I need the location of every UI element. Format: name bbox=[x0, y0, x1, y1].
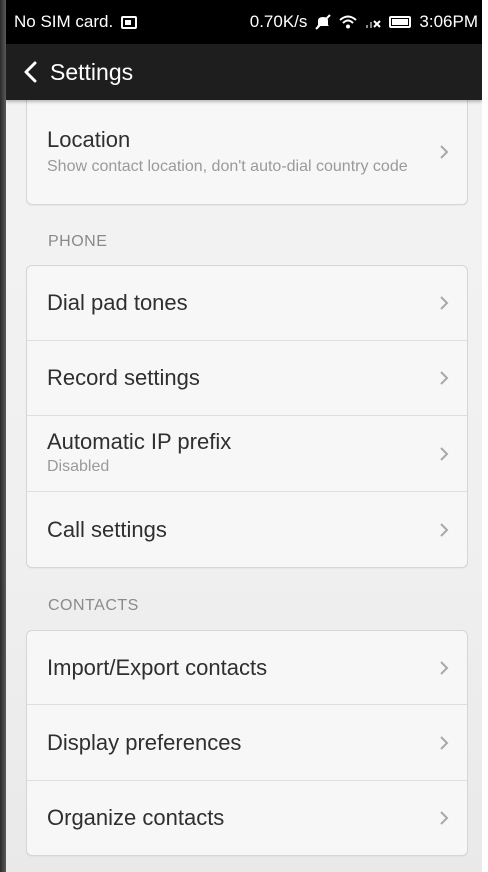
list-item-import-export-contacts[interactable]: Import/Export contacts bbox=[27, 631, 467, 705]
list-item-display-preferences[interactable]: Display preferences bbox=[27, 705, 467, 781]
row-text: Location Show contact location, don't au… bbox=[47, 127, 408, 178]
row-text: Record settings bbox=[47, 365, 200, 391]
list-item-call-settings[interactable]: Call settings bbox=[27, 492, 467, 567]
list-item-automatic-ip-prefix[interactable]: Automatic IP prefix Disabled bbox=[27, 416, 467, 492]
row-title: Automatic IP prefix bbox=[47, 429, 232, 454]
row-text: Automatic IP prefix Disabled bbox=[47, 429, 231, 478]
page-title: Settings bbox=[50, 58, 134, 85]
row-title: Organize contacts bbox=[47, 805, 225, 830]
row-text: Organize contacts bbox=[47, 805, 224, 831]
chevron-right-icon bbox=[440, 145, 449, 159]
settings-list: Location Show contact location, don't au… bbox=[6, 100, 482, 856]
chevron-right-icon bbox=[440, 735, 449, 750]
carrier-text: No SIM card. bbox=[14, 12, 114, 31]
wifi-icon bbox=[339, 15, 358, 29]
chevron-right-icon bbox=[440, 522, 449, 537]
row-title: Record settings bbox=[47, 365, 200, 390]
sim-card-icon bbox=[121, 15, 138, 29]
section-header-contacts: CONTACTS bbox=[48, 597, 139, 614]
section-header-phone: PHONE bbox=[48, 233, 108, 250]
device-edge-right bbox=[482, 0, 488, 872]
phone-card: Dial pad tones Record settings Automatic… bbox=[26, 265, 468, 568]
status-left: No SIM card. bbox=[14, 12, 138, 32]
back-arrow-icon bbox=[24, 61, 37, 83]
device-edge-left bbox=[0, 0, 6, 872]
status-bar: No SIM card. 0.70K/s 3:06PM bbox=[6, 0, 482, 44]
action-bar: Settings bbox=[6, 44, 482, 100]
row-text: Import/Export contacts bbox=[47, 655, 267, 681]
status-right: 0.70K/s 3:06PM bbox=[250, 12, 478, 32]
row-title: Import/Export contacts bbox=[47, 654, 268, 680]
clock: 3:06PM bbox=[419, 12, 478, 31]
chevron-right-icon bbox=[440, 296, 449, 310]
row-subtitle: Show contact location, don't auto-dial c… bbox=[47, 157, 408, 175]
chevron-right-icon bbox=[440, 371, 449, 385]
battery-icon bbox=[389, 16, 412, 28]
row-title: Call settings bbox=[47, 516, 167, 542]
screen: No SIM card. 0.70K/s 3:06PM Settings Loc… bbox=[6, 0, 482, 872]
list-item-location[interactable]: Location Show contact location, don't au… bbox=[27, 100, 467, 204]
row-text: Display preferences bbox=[47, 730, 241, 756]
row-subtitle: Disabled bbox=[47, 458, 110, 475]
mute-icon bbox=[315, 14, 332, 30]
network-speed: 0.70K/s bbox=[249, 12, 308, 31]
list-item-organize-contacts[interactable]: Organize contacts bbox=[27, 781, 467, 855]
contacts-card: Import/Export contacts Display preferenc… bbox=[26, 630, 468, 856]
back-button[interactable] bbox=[6, 44, 56, 100]
list-item-dial-pad-tones[interactable]: Dial pad tones bbox=[27, 266, 467, 341]
row-title: Display preferences bbox=[47, 729, 242, 755]
row-text: Dial pad tones bbox=[47, 290, 188, 316]
chevron-right-icon bbox=[440, 811, 449, 825]
chevron-right-icon bbox=[440, 446, 449, 461]
row-text: Call settings bbox=[47, 517, 167, 543]
list-item-record-settings[interactable]: Record settings bbox=[27, 341, 467, 416]
row-title: Dial pad tones bbox=[47, 290, 188, 315]
chevron-right-icon bbox=[440, 660, 449, 675]
row-title: Location bbox=[47, 126, 131, 152]
location-card: Location Show contact location, don't au… bbox=[26, 100, 468, 205]
signal-icon bbox=[366, 20, 382, 28]
